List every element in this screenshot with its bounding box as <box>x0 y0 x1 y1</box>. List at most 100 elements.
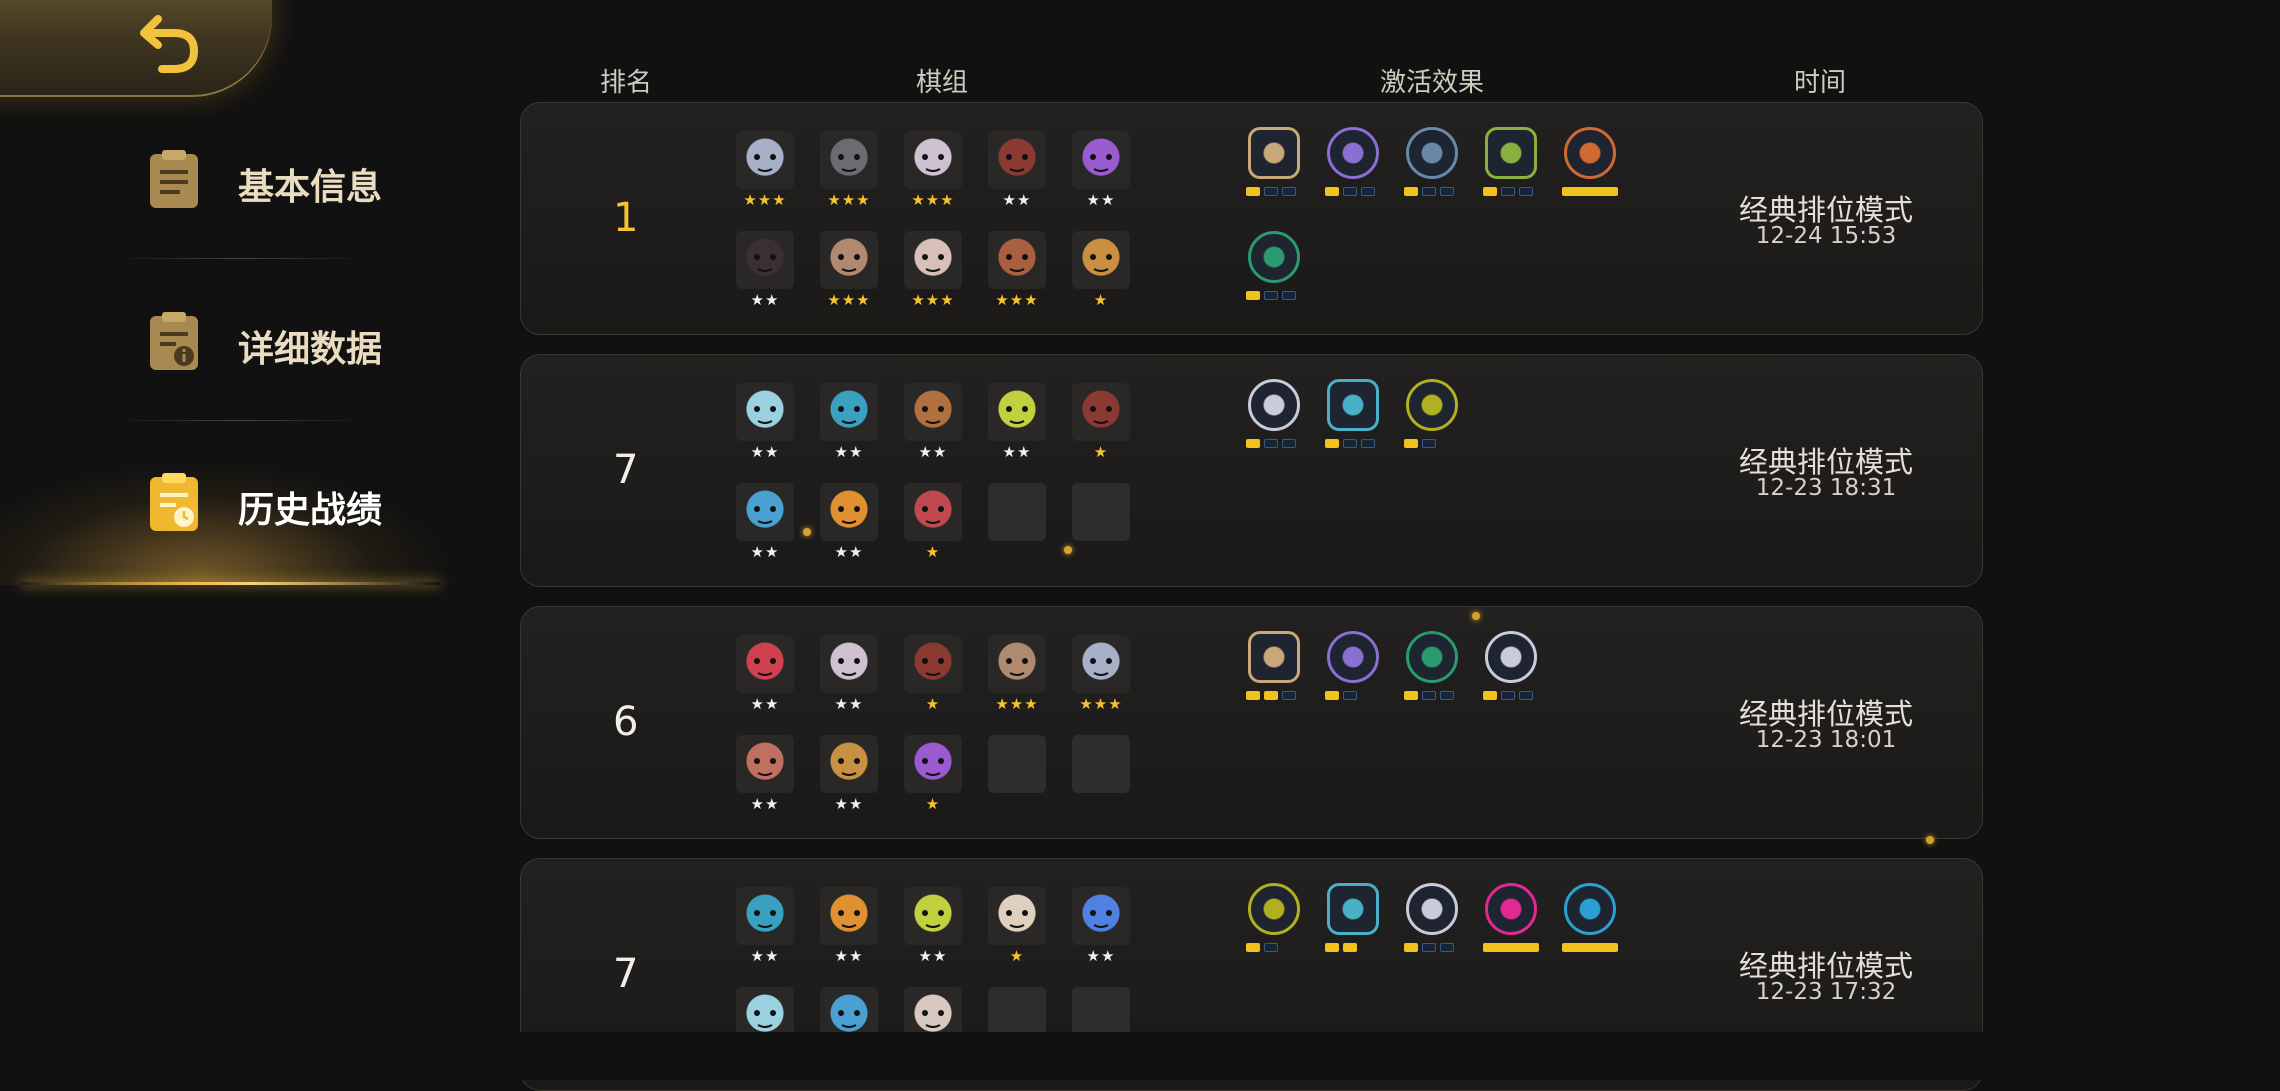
bed-icon[interactable] <box>1248 379 1300 431</box>
chess-piece-portrait[interactable] <box>820 383 878 441</box>
chess-piece-portrait[interactable] <box>1072 887 1130 945</box>
chess-piece-portrait[interactable] <box>988 635 1046 693</box>
fishbone-icon[interactable] <box>1327 127 1379 179</box>
paw-icon[interactable] <box>1248 231 1300 283</box>
sidebar-item-detail-data[interactable]: 详细数据 <box>148 302 448 382</box>
cubes-icon[interactable] <box>1406 379 1458 431</box>
bed-icon[interactable] <box>1406 883 1458 935</box>
cubes-icon[interactable] <box>1248 883 1300 935</box>
chess-piece-portrait[interactable] <box>820 735 878 793</box>
axe-icon[interactable] <box>1248 631 1300 683</box>
axe-icon[interactable] <box>1248 127 1300 179</box>
synergy-level-bar <box>1483 187 1533 196</box>
sidebar-item-basic-info[interactable]: 基本信息 <box>148 140 448 220</box>
column-header-time: 时间 <box>1793 68 1847 98</box>
chess-star-rating: ★ <box>1093 291 1109 309</box>
chess-piece-portrait[interactable] <box>820 231 878 289</box>
chess-star-rating: ★★ <box>750 291 780 309</box>
chess-star-rating: ★ <box>1009 947 1025 965</box>
match-timestamp: 12-23 17:32 <box>1755 979 1897 1005</box>
empty-chess-slot <box>1072 735 1130 793</box>
ogre-icon[interactable] <box>1564 127 1616 179</box>
synergy-level-bar <box>1483 943 1539 952</box>
undo-arrow-icon <box>140 15 199 73</box>
chess-star-rating: ★★ <box>834 443 864 461</box>
sidebar-divider <box>110 420 370 421</box>
sidebar-divider <box>110 258 370 259</box>
column-header-synergy: 激活效果 <box>1379 68 1485 98</box>
sparkle-dot <box>1064 546 1072 554</box>
chess-piece-portrait[interactable] <box>988 131 1046 189</box>
chess-star-rating: ★ <box>925 695 941 713</box>
back-button[interactable] <box>0 0 272 97</box>
empty-chess-slot <box>988 735 1046 793</box>
chess-star-rating: ★ <box>925 795 941 813</box>
scatter-icon[interactable] <box>1406 127 1458 179</box>
chess-star-rating: ★★★ <box>743 191 787 209</box>
match-record-card[interactable]: 6 ★★ ★★ ★ ★★★ ★★★ ★★ ★★ ★ 经典排位模式 12-23 18:01 <box>520 606 1983 839</box>
fishbone-icon[interactable] <box>1327 631 1379 683</box>
bow-icon[interactable] <box>1485 127 1537 179</box>
bat-icon[interactable] <box>1485 883 1537 935</box>
sidebar-active-underline <box>20 582 440 585</box>
chess-piece-portrait[interactable] <box>736 635 794 693</box>
paw-icon[interactable] <box>1406 631 1458 683</box>
chess-piece-portrait[interactable] <box>820 131 878 189</box>
chess-piece-portrait[interactable] <box>988 231 1046 289</box>
bed-icon[interactable] <box>1485 631 1537 683</box>
sparkle-dot <box>1472 612 1480 620</box>
chess-piece-portrait[interactable] <box>1072 635 1130 693</box>
match-timestamp: 12-23 18:01 <box>1755 727 1897 753</box>
chess-piece-portrait[interactable] <box>904 887 962 945</box>
sparkle-dot <box>1926 836 1934 844</box>
chess-piece-portrait[interactable] <box>736 887 794 945</box>
chess-piece-portrait[interactable] <box>904 383 962 441</box>
list-bottom-mask <box>0 1032 2280 1080</box>
chess-piece-portrait[interactable] <box>904 635 962 693</box>
match-record-card[interactable]: 1 ★★★ ★★★ ★★★ ★★ ★★ ★★ ★★★ ★★★ ★★★ ★ 经典排位模式 12-24 15… <box>520 102 1983 335</box>
chess-piece-portrait[interactable] <box>988 887 1046 945</box>
question-icon[interactable] <box>1327 883 1379 935</box>
chess-piece-portrait[interactable] <box>736 383 794 441</box>
chess-piece-portrait[interactable] <box>820 887 878 945</box>
chess-piece-portrait[interactable] <box>904 231 962 289</box>
chess-piece-portrait[interactable] <box>904 483 962 541</box>
chess-piece-portrait[interactable] <box>736 131 794 189</box>
chess-piece-portrait[interactable] <box>1072 131 1130 189</box>
synergy-level-bar <box>1246 691 1296 700</box>
chess-star-rating: ★★ <box>1086 947 1116 965</box>
synergy-level-bar <box>1246 291 1296 300</box>
sidebar-item-label: 详细数据 <box>238 329 383 370</box>
chess-piece-portrait[interactable] <box>820 483 878 541</box>
demon-icon[interactable] <box>1564 883 1616 935</box>
chess-star-rating: ★★ <box>834 795 864 813</box>
chess-piece-portrait[interactable] <box>904 131 962 189</box>
chess-piece-portrait[interactable] <box>736 231 794 289</box>
match-record-card[interactable]: 7 ★★ ★★ ★★ ★★ ★ ★★ ★★ ★ 经典排位模式 12-23 18:31 <box>520 354 1983 587</box>
sidebar-item-label: 历史战绩 <box>238 490 383 531</box>
info-document-icon <box>150 312 198 370</box>
chess-piece-portrait[interactable] <box>1072 231 1130 289</box>
chess-star-rating: ★★ <box>1002 443 1032 461</box>
chess-star-rating: ★ <box>1093 443 1109 461</box>
chess-piece-portrait[interactable] <box>736 483 794 541</box>
sidebar-item-match-history[interactable]: 历史战绩 <box>148 463 448 543</box>
match-timestamp: 12-24 15:53 <box>1755 223 1897 249</box>
chess-piece-portrait[interactable] <box>988 383 1046 441</box>
question-icon[interactable] <box>1327 379 1379 431</box>
chess-star-rating: ★★★ <box>911 191 955 209</box>
synergy-level-bar <box>1483 691 1533 700</box>
synergy-level-bar <box>1562 943 1618 952</box>
chess-star-rating: ★★★ <box>1079 695 1123 713</box>
sidebar-item-label: 基本信息 <box>238 167 383 208</box>
chess-star-rating: ★★ <box>834 947 864 965</box>
chess-piece-portrait[interactable] <box>904 735 962 793</box>
chess-piece-portrait[interactable] <box>820 635 878 693</box>
synergy-level-bar <box>1325 691 1357 700</box>
chess-piece-portrait[interactable] <box>1072 383 1130 441</box>
chess-star-rating: ★★ <box>750 947 780 965</box>
chess-piece-portrait[interactable] <box>736 735 794 793</box>
chess-star-rating: ★★★ <box>827 191 871 209</box>
synergy-level-bar <box>1246 943 1278 952</box>
clipboard-icon <box>150 150 198 208</box>
